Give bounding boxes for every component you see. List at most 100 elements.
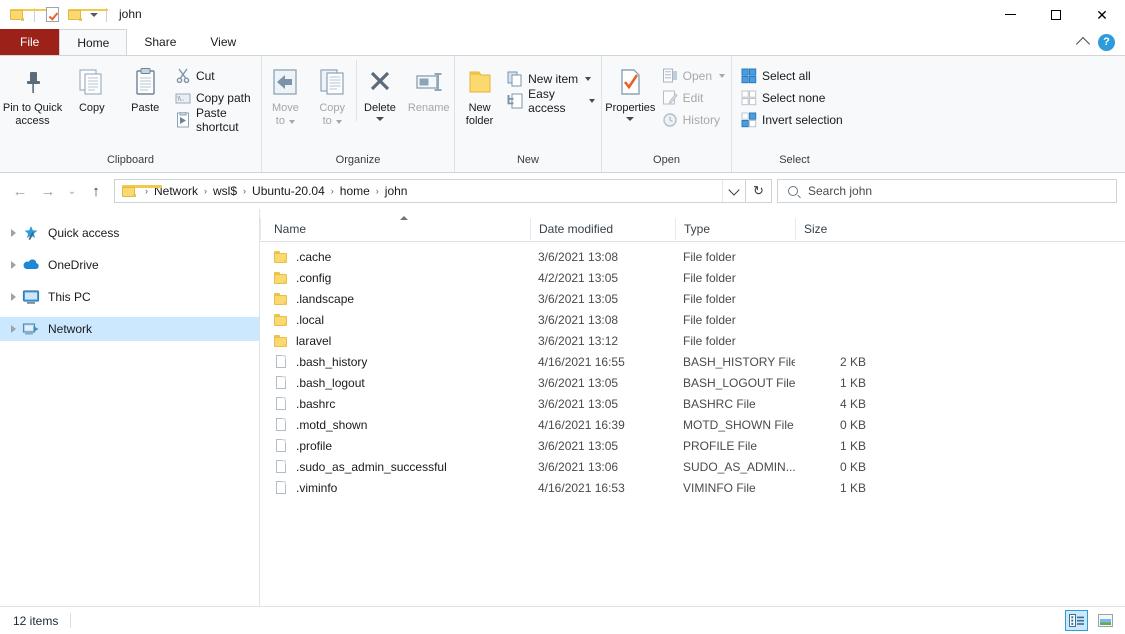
edit-button[interactable]: Edit bbox=[659, 87, 731, 109]
column-header-type[interactable]: Type bbox=[675, 218, 795, 240]
close-button[interactable]: ✕ bbox=[1079, 0, 1125, 29]
table-row[interactable]: .config 4/2/2021 13:05 File folder bbox=[260, 267, 1125, 288]
breadcrumb-item-ubuntu[interactable]: Ubuntu-20.04 bbox=[250, 184, 327, 198]
file-size-cell bbox=[795, 288, 875, 309]
refresh-button[interactable]: ↻ bbox=[746, 179, 772, 203]
table-row[interactable]: .bash_history 4/16/2021 16:55 BASH_HISTO… bbox=[260, 351, 1125, 372]
title-bar: john ✕ bbox=[0, 0, 1125, 29]
search-input[interactable] bbox=[804, 181, 1116, 201]
ribbon-group-open: Properties Open Edit History Open bbox=[602, 56, 732, 172]
file-size-cell: 1 KB bbox=[839, 438, 866, 453]
column-header-name[interactable]: Name bbox=[260, 218, 530, 240]
recent-locations-button[interactable]: ⌄ bbox=[62, 177, 82, 205]
table-row[interactable]: .sudo_as_admin_successful 3/6/2021 13:06… bbox=[260, 456, 1125, 477]
table-row[interactable]: .cache 3/6/2021 13:08 File folder bbox=[260, 246, 1125, 267]
file-date-cell: 3/6/2021 13:06 bbox=[538, 459, 619, 474]
item-count-label: 12 items bbox=[13, 613, 59, 628]
qat-customize-caret-icon[interactable] bbox=[90, 12, 98, 17]
select-all-button[interactable]: Select all bbox=[738, 65, 849, 87]
select-none-label: Select none bbox=[762, 91, 826, 105]
select-none-button[interactable]: Select none bbox=[738, 87, 849, 109]
expand-chevron-icon[interactable] bbox=[4, 256, 22, 274]
paste-icon bbox=[129, 66, 161, 98]
qat-new-folder-icon[interactable] bbox=[66, 6, 108, 24]
copy-to-button[interactable]: Copy to bbox=[309, 60, 356, 128]
table-row[interactable]: .bashrc 3/6/2021 13:05 BASHRC File 4 KB bbox=[260, 393, 1125, 414]
new-folder-button[interactable]: New folder bbox=[455, 60, 504, 128]
table-row[interactable]: .profile 3/6/2021 13:05 PROFILE File 1 K… bbox=[260, 435, 1125, 456]
table-row[interactable]: .viminfo 4/16/2021 16:53 VIMINFO File 1 … bbox=[260, 477, 1125, 498]
invert-selection-button[interactable]: Invert selection bbox=[738, 109, 849, 131]
folder-icon bbox=[273, 270, 289, 286]
up-button[interactable]: ↑ bbox=[82, 177, 110, 205]
breadcrumb-bar[interactable]: › Network › wsl$ › Ubuntu-20.04 › home ›… bbox=[114, 179, 746, 203]
delete-button[interactable]: Delete bbox=[355, 60, 404, 121]
navigation-pane: Quick access OneDrive This PC Network bbox=[0, 209, 260, 606]
table-row[interactable]: .local 3/6/2021 13:08 File folder bbox=[260, 309, 1125, 330]
easy-access-button[interactable]: Easy access bbox=[504, 87, 601, 115]
expand-chevron-icon[interactable] bbox=[4, 224, 22, 242]
tab-share[interactable]: Share bbox=[127, 29, 193, 55]
pin-to-quick-access-button[interactable]: Pin to Quick access bbox=[0, 60, 65, 128]
breadcrumb-item-wsl[interactable]: wsl$ bbox=[211, 184, 239, 198]
maximize-button[interactable] bbox=[1033, 0, 1079, 29]
large-icons-view-button[interactable] bbox=[1094, 610, 1117, 631]
table-row[interactable]: laravel 3/6/2021 13:12 File folder bbox=[260, 330, 1125, 351]
tab-view[interactable]: View bbox=[193, 29, 253, 55]
back-button[interactable]: ← bbox=[6, 177, 34, 205]
properties-button[interactable]: Properties bbox=[602, 60, 659, 121]
qat-properties-icon[interactable] bbox=[43, 6, 61, 24]
breadcrumb: › Network › wsl$ › Ubuntu-20.04 › home ›… bbox=[141, 184, 722, 198]
file-list-pane: Name Date modified Type Size .cache 3/6/… bbox=[260, 209, 1125, 606]
file-name-label: .bash_history bbox=[296, 354, 368, 369]
expand-chevron-icon[interactable] bbox=[4, 288, 22, 306]
select-none-icon bbox=[741, 90, 757, 106]
tab-file[interactable]: File bbox=[0, 29, 60, 55]
cut-button[interactable]: Cut bbox=[172, 65, 261, 87]
copy-button[interactable]: Copy bbox=[65, 60, 118, 115]
easy-access-caret-icon bbox=[589, 99, 595, 103]
table-row[interactable]: .landscape 3/6/2021 13:05 File folder bbox=[260, 288, 1125, 309]
sidebar-item-network[interactable]: Network bbox=[0, 317, 259, 341]
table-row[interactable]: .motd_shown 4/16/2021 16:39 MOTD_SHOWN F… bbox=[260, 414, 1125, 435]
breadcrumb-item-home[interactable]: home bbox=[338, 184, 372, 198]
file-size-cell bbox=[795, 246, 875, 267]
minimize-button[interactable] bbox=[987, 0, 1033, 29]
window-controls: ✕ bbox=[987, 0, 1125, 29]
breadcrumb-item-john[interactable]: john bbox=[383, 184, 410, 198]
paste-button[interactable]: Paste bbox=[119, 60, 172, 115]
forward-button[interactable]: → bbox=[34, 177, 62, 205]
sidebar-item-this-pc[interactable]: This PC bbox=[0, 285, 259, 309]
sidebar-item-quick-access[interactable]: Quick access bbox=[0, 221, 259, 245]
rename-label: Rename bbox=[407, 102, 450, 114]
file-size-cell: 2 KB bbox=[839, 354, 866, 369]
open-button[interactable]: Open bbox=[659, 65, 731, 87]
file-type-cell: File folder bbox=[683, 270, 736, 285]
select-all-icon bbox=[741, 68, 757, 84]
expand-chevron-icon[interactable] bbox=[4, 320, 22, 338]
collapse-ribbon-chevron-icon[interactable] bbox=[1075, 36, 1091, 51]
breadcrumb-dropdown-button[interactable] bbox=[722, 180, 745, 202]
history-button[interactable]: History bbox=[659, 109, 731, 131]
column-header-date-modified[interactable]: Date modified bbox=[530, 218, 675, 240]
history-label: History bbox=[682, 113, 720, 127]
details-view-button[interactable] bbox=[1065, 610, 1088, 631]
help-button[interactable]: ? bbox=[1098, 33, 1115, 51]
sidebar-item-onedrive[interactable]: OneDrive bbox=[0, 253, 259, 277]
rename-button[interactable]: Rename bbox=[403, 60, 454, 115]
move-to-button[interactable]: Move to bbox=[262, 60, 309, 128]
file-name-cell: .bash_history bbox=[260, 351, 530, 372]
tab-home[interactable]: Home bbox=[59, 29, 128, 55]
copy-to-label-2: to bbox=[322, 115, 332, 127]
column-header-size[interactable]: Size bbox=[795, 218, 875, 240]
file-date-cell: 4/16/2021 16:53 bbox=[538, 480, 625, 495]
easy-access-label: Easy access bbox=[528, 87, 566, 115]
table-row[interactable]: .bash_logout 3/6/2021 13:05 BASH_LOGOUT … bbox=[260, 372, 1125, 393]
breadcrumb-separator-3: › bbox=[330, 186, 334, 196]
status-bar: 12 items bbox=[0, 606, 1125, 634]
paste-shortcut-button[interactable]: Paste shortcut bbox=[172, 106, 261, 134]
search-box[interactable] bbox=[777, 179, 1117, 203]
file-name-label: .profile bbox=[296, 438, 333, 453]
qat-folder-icon[interactable] bbox=[8, 6, 50, 24]
open-caret-icon bbox=[719, 74, 725, 78]
